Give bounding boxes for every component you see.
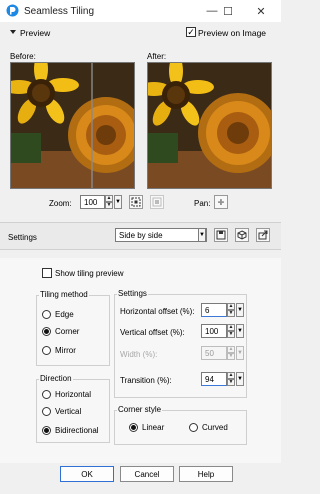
- tiling-edge-radio[interactable]: [42, 310, 51, 319]
- vertical-offset-dropdown-icon[interactable]: ▼: [236, 324, 244, 338]
- collapse-triangle-icon[interactable]: [10, 30, 16, 34]
- corner-linear-radio[interactable]: [129, 423, 138, 432]
- corner-style-title: Corner style: [117, 405, 163, 414]
- after-label: After:: [147, 52, 167, 61]
- ok-button[interactable]: OK: [60, 466, 114, 482]
- radio-selected-dot: [131, 425, 136, 430]
- horizontal-offset-label: Horizontal offset (%):: [120, 307, 195, 316]
- vertical-offset-label: Vertical offset (%):: [120, 328, 185, 337]
- tiling-method-title: Tiling method: [39, 290, 89, 299]
- transition-dropdown-icon[interactable]: ▼: [236, 372, 244, 386]
- tiling-mirror-radio[interactable]: [42, 346, 51, 355]
- close-button[interactable]: ✕: [253, 4, 269, 18]
- preview-section-title[interactable]: Preview: [20, 28, 50, 38]
- vertical-offset-input[interactable]: 100: [201, 324, 227, 338]
- direction-vertical-label: Vertical: [55, 407, 82, 416]
- preview-on-image-checkbox[interactable]: ✓: [186, 27, 196, 37]
- app-logo-icon: [6, 4, 19, 17]
- reset-button[interactable]: [235, 228, 249, 242]
- save-disk-icon: [216, 230, 226, 240]
- zoom-input[interactable]: 100: [80, 195, 105, 209]
- move-crosshair-icon: ✛: [217, 197, 225, 207]
- fit-window-icon: [131, 197, 141, 207]
- preview-on-image-label: Preview on Image: [198, 28, 267, 38]
- pan-button[interactable]: ✛: [214, 195, 228, 209]
- tiling-mirror-label: Mirror: [55, 346, 76, 355]
- checkmark-icon: ✓: [187, 26, 195, 37]
- width-dropdown-icon[interactable]: ▼: [236, 346, 244, 360]
- before-label: Before:: [10, 52, 36, 61]
- zoom-actual-size-button[interactable]: [150, 195, 164, 209]
- horizontal-offset-stepper[interactable]: ▲ ▼: [227, 303, 235, 317]
- horizontal-offset-input[interactable]: 6: [201, 303, 227, 317]
- tiling-edge-label: Edge: [55, 310, 74, 319]
- zoom-fit-button[interactable]: [129, 195, 143, 209]
- zoom-stepper[interactable]: ▲ ▼: [105, 195, 113, 209]
- transition-stepper[interactable]: ▲ ▼: [227, 372, 235, 386]
- zoom-label: Zoom:: [49, 199, 72, 208]
- tiling-corner-radio[interactable]: [42, 327, 51, 336]
- width-label: Width (%):: [120, 350, 158, 359]
- preset-dropdown-arrow-icon[interactable]: ▼: [198, 228, 206, 242]
- show-tiling-preview-checkbox[interactable]: [42, 268, 52, 278]
- save-preset-button[interactable]: [214, 228, 228, 242]
- radio-selected-dot: [44, 428, 49, 433]
- cancel-button[interactable]: Cancel: [120, 466, 174, 482]
- direction-vertical-radio[interactable]: [42, 407, 51, 416]
- direction-bidirectional-label: Bidirectional: [55, 426, 99, 435]
- corner-curved-label: Curved: [202, 423, 228, 432]
- direction-bidirectional-radio[interactable]: [42, 426, 51, 435]
- sunflower-image-after: [148, 63, 271, 188]
- direction-title: Direction: [39, 374, 73, 383]
- vertical-offset-stepper[interactable]: ▲ ▼: [227, 324, 235, 338]
- width-stepper[interactable]: ▲ ▼: [227, 346, 235, 360]
- sunflower-image-before: [11, 63, 134, 188]
- window-title: Seamless Tiling: [24, 6, 95, 17]
- show-tiling-preview-label: Show tiling preview: [55, 269, 124, 278]
- export-icon: [258, 230, 268, 240]
- horizontal-offset-dropdown-icon[interactable]: ▼: [236, 303, 244, 317]
- pan-label: Pan:: [194, 199, 211, 208]
- maximize-button[interactable]: ☐: [220, 4, 236, 18]
- before-preview-image[interactable]: [10, 62, 135, 189]
- after-preview-image[interactable]: [147, 62, 272, 189]
- width-input[interactable]: 50: [201, 346, 227, 360]
- direction-horizontal-radio[interactable]: [42, 390, 51, 399]
- corner-curved-radio[interactable]: [189, 423, 198, 432]
- zoom-dropdown-arrow-icon[interactable]: ▼: [114, 195, 122, 209]
- export-preset-button[interactable]: [256, 228, 270, 242]
- tiling-corner-label: Corner: [55, 327, 80, 336]
- help-button[interactable]: Help: [179, 466, 233, 482]
- actual-size-icon: [152, 197, 162, 207]
- settings-label: Settings: [8, 233, 37, 242]
- offsets-title: Settings: [117, 289, 148, 298]
- preset-select[interactable]: Side by side: [115, 228, 207, 242]
- transition-label: Transition (%):: [120, 376, 172, 385]
- corner-linear-label: Linear: [142, 423, 165, 432]
- reset-cube-icon: [237, 230, 247, 240]
- minimize-button[interactable]: —: [204, 4, 220, 18]
- radio-selected-dot: [44, 329, 49, 334]
- direction-horizontal-label: Horizontal: [55, 390, 92, 399]
- transition-input[interactable]: 94: [201, 372, 227, 386]
